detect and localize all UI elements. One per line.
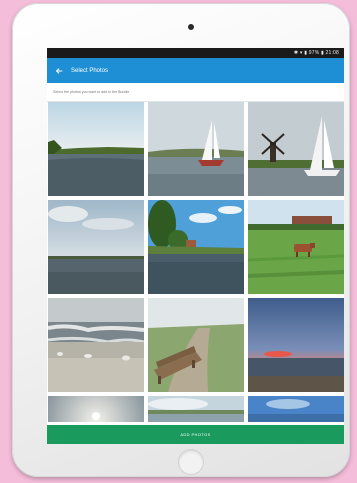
photo-coast [148,396,244,422]
photo-cloudy-lake [48,200,144,294]
photo-sunset [248,298,344,392]
photo-tile[interactable] [248,200,344,294]
photo-blue-sky [248,396,344,422]
photo-tile[interactable] [148,298,244,392]
clock: 21:08 [325,50,339,56]
photo-tile[interactable] [248,298,344,392]
app-bar: Select Photos [47,58,344,83]
photo-tile[interactable] [248,396,344,422]
photo-canal [48,102,144,196]
photo-tile[interactable] [148,102,244,196]
battery-icon: ▮ [320,50,324,56]
home-button[interactable] [178,449,204,475]
battery-percent: 97% [308,50,320,56]
photo-tile[interactable] [48,102,144,196]
photo-tile[interactable] [148,396,244,422]
photo-tile[interactable] [148,200,244,294]
photo-tile[interactable] [48,396,144,422]
photo-canal-trees [148,200,244,294]
photo-sailboat [148,102,244,196]
photo-grid [47,102,344,422]
signal-icon: ▮ [304,50,308,56]
photo-beach-seagulls [48,298,144,392]
page-title: Select Photos [71,67,109,74]
photo-tile[interactable] [248,102,344,196]
arrow-left-icon[interactable] [55,67,63,75]
photo-bench [148,298,244,392]
wifi-icon: ▾ [299,50,303,56]
add-photos-button[interactable]: ADD PHOTOS [47,425,344,444]
tablet-frame: ✱ ▾ ▮ 97% ▮ 21:08 Select Photos Select t… [12,3,350,477]
photo-sun-haze [48,396,144,422]
photo-tile[interactable] [48,298,144,392]
status-bar: ✱ ▾ ▮ 97% ▮ 21:08 [47,48,344,58]
photo-tile[interactable] [48,200,144,294]
photo-windmill [248,102,344,196]
bluetooth-icon: ✱ [293,50,299,56]
instruction-text: Select the photos you want to add to the… [47,83,344,102]
front-camera [188,24,194,30]
photo-meadow-cow [248,200,344,294]
device-screen: ✱ ▾ ▮ 97% ▮ 21:08 Select Photos Select t… [47,48,344,444]
